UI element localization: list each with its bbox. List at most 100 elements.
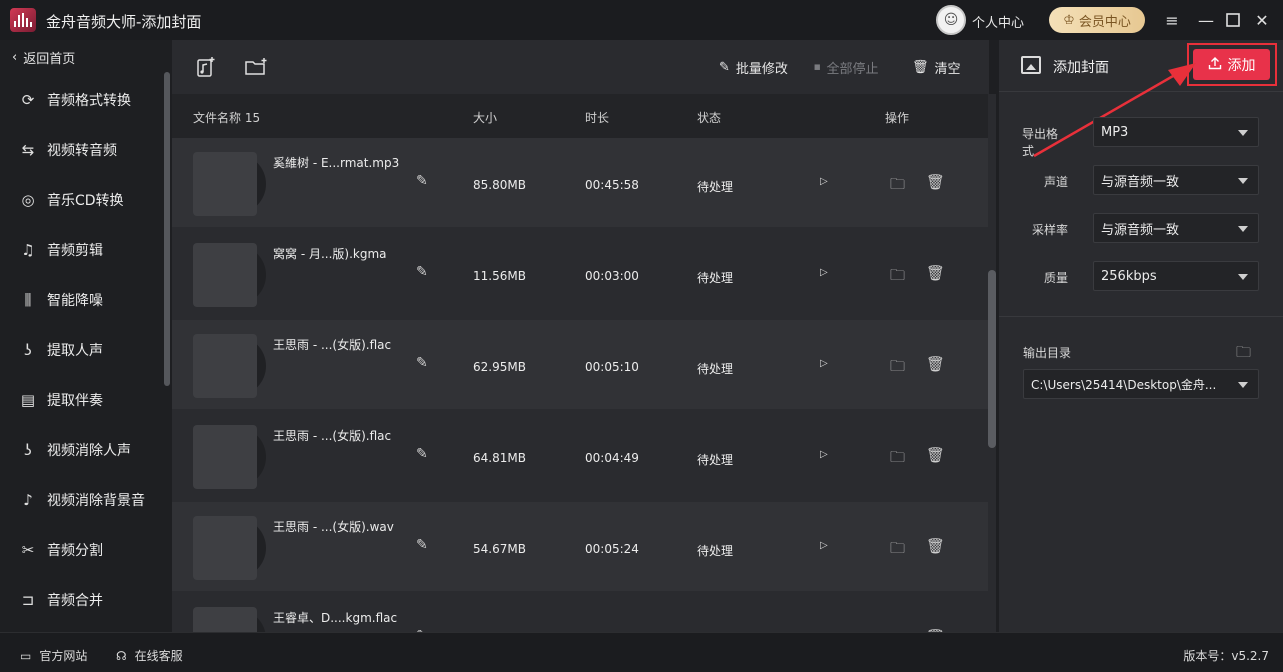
vip-center-label: 会员中心 — [1078, 14, 1131, 30]
play-icon[interactable]: ▷ — [820, 358, 828, 369]
sidebar-scrollbar[interactable] — [164, 72, 170, 386]
file-status: 待处理 — [697, 362, 734, 376]
add-folder-icon[interactable] — [244, 55, 268, 79]
trash-icon[interactable]: 🗑 — [926, 446, 945, 464]
folder-icon[interactable]: 🗀 — [890, 538, 905, 563]
cover-thumbnail[interactable] — [193, 243, 265, 307]
monitor-icon: ▭ — [20, 648, 32, 663]
table-row[interactable]: 王思雨 - ...(女版).flac ✎ 64.81MB 00:04:49 待处… — [172, 411, 989, 500]
rename-icon[interactable]: ✎ — [416, 355, 428, 371]
rename-icon[interactable]: ✎ — [416, 264, 428, 280]
file-size: 11.56MB — [473, 269, 526, 283]
file-status: 待处理 — [697, 180, 734, 194]
close-icon[interactable]: ✕ — [1251, 9, 1273, 31]
samplerate-label: 采样率 — [1031, 223, 1068, 237]
table-row[interactable]: 奚維树 - E...rmat.mp3 ✎ 85.80MB 00:45:58 待处… — [172, 138, 989, 227]
samplerate-value: 与源音频一致 — [1101, 222, 1180, 238]
table-row[interactable]: 王睿卓、D....kgm.flac ✎ 🗀 🗑 — [172, 593, 989, 632]
play-icon[interactable]: ▷ — [820, 449, 828, 460]
sidebar-item-extract-accompaniment[interactable]: ▤ 提取伴奏 — [18, 387, 103, 413]
sidebar-item-audio-split[interactable]: ✂ 音频分割 — [18, 537, 103, 563]
folder-icon[interactable]: 🗀 — [890, 265, 905, 290]
chevron-down-icon — [1238, 382, 1248, 388]
headset-icon: ☊ — [116, 648, 127, 663]
trash-icon[interactable]: 🗑 — [926, 355, 945, 373]
panel-divider — [999, 316, 1283, 317]
file-name: 王思雨 - ...(女版).flac — [273, 429, 392, 443]
output-dir-label: 输出目录 — [1023, 346, 1072, 360]
crown-icon: ♔ — [1063, 12, 1075, 28]
trash-icon[interactable]: 🗑 — [926, 537, 945, 555]
sidebar-item-audio-merge[interactable]: ⊐ 音频合并 — [18, 587, 103, 613]
channel-value: 与源音频一致 — [1101, 174, 1180, 190]
extract-accompaniment-icon: ▤ — [20, 391, 36, 409]
play-icon[interactable]: ▷ — [820, 540, 828, 551]
file-name: 王思雨 - ...(女版).wav — [273, 520, 394, 534]
output-dir-select[interactable]: C:\Users\25414\Desktop\金舟... — [1023, 369, 1259, 399]
file-name: 王思雨 - ...(女版).flac — [273, 338, 392, 352]
add-file-icon[interactable] — [194, 55, 218, 79]
music-cd-icon: ◎ — [21, 191, 35, 209]
clear-button[interactable]: 🗑 清空 — [912, 58, 961, 77]
file-status: 待处理 — [697, 544, 734, 558]
sidebar-item-video-to-audio[interactable]: ⇆ 视频转音频 — [18, 137, 117, 163]
trash-icon[interactable]: 🗑 — [926, 264, 945, 282]
format-select[interactable]: MP3 — [1093, 117, 1259, 147]
header-duration: 时长 — [585, 111, 610, 125]
extract-vocal-icon: ʖ — [24, 341, 32, 359]
sidebar-item-audio-format[interactable]: ⟳ 音频格式转换 — [18, 87, 131, 113]
sidebar-item-music-cd[interactable]: ◎ 音乐CD转换 — [18, 187, 123, 213]
maximize-icon[interactable] — [1222, 9, 1244, 31]
format-label: 导出格式 — [1022, 127, 1059, 158]
website-link[interactable]: ▭ 官方网站 — [20, 647, 87, 664]
back-home-label: 返回首页 — [23, 52, 76, 67]
stop-all-button[interactable]: ⏹ 全部停止 — [814, 58, 879, 77]
minimize-icon[interactable]: — — [1195, 9, 1217, 31]
folder-icon[interactable]: 🗀 — [890, 356, 905, 381]
sidebar-item-label: 视频消除人声 — [47, 443, 131, 459]
file-name: 奚維树 - E...rmat.mp3 — [273, 156, 400, 170]
file-duration: 00:04:49 — [585, 451, 639, 465]
sidebar-item-video-remove-bg[interactable]: ♪ 视频消除背景音 — [18, 487, 145, 513]
vip-center-button[interactable]: ♔ 会员中心 — [1049, 7, 1145, 33]
rename-icon[interactable]: ✎ — [416, 537, 428, 553]
folder-icon[interactable]: 🗀 — [1236, 342, 1251, 367]
file-duration: 00:05:10 — [585, 360, 639, 374]
menu-icon[interactable]: ≡ — [1161, 9, 1183, 31]
table-row[interactable]: 窝窝 - 月...版).kgma ✎ 11.56MB 00:03:00 待处理 … — [172, 229, 989, 318]
stop-icon: ⏹ — [814, 60, 821, 75]
table-row[interactable]: 王思雨 - ...(女版).flac ✎ 62.95MB 00:05:10 待处… — [172, 320, 989, 409]
cover-thumbnail[interactable] — [193, 334, 265, 398]
cover-thumbnail[interactable] — [193, 607, 265, 632]
avatar[interactable]: ☺ — [936, 5, 966, 35]
app-logo-icon — [10, 8, 36, 32]
table-row[interactable]: 王思雨 - ...(女版).wav ✎ 54.67MB 00:05:24 待处理… — [172, 502, 989, 591]
samplerate-select[interactable]: 与源音频一致 — [1093, 213, 1259, 243]
quality-select[interactable]: 256kbps — [1093, 261, 1259, 291]
cover-thumbnail[interactable] — [193, 425, 265, 489]
trash-icon[interactable]: 🗑 — [926, 173, 945, 191]
sidebar-item-extract-vocal[interactable]: ʖ 提取人声 — [18, 337, 103, 363]
sidebar-item-audio-cut[interactable]: ♫ 音频剪辑 — [18, 237, 103, 263]
user-center-link[interactable]: 个人中心 — [972, 12, 1024, 31]
audio-cut-icon: ♫ — [21, 241, 35, 259]
audio-split-icon: ✂ — [21, 541, 35, 559]
chevron-down-icon — [1238, 178, 1248, 184]
stop-all-label: 全部停止 — [826, 62, 879, 77]
rename-icon[interactable]: ✎ — [416, 446, 428, 462]
cover-thumbnail[interactable] — [193, 152, 265, 216]
channel-select[interactable]: 与源音频一致 — [1093, 165, 1259, 195]
batch-edit-button[interactable]: ✎ 批量修改 — [719, 58, 788, 77]
support-link[interactable]: ☊ 在线客服 — [116, 647, 183, 664]
sidebar-item-denoise[interactable]: ⫼ 智能降噪 — [18, 287, 103, 313]
play-icon[interactable]: ▷ — [820, 267, 828, 278]
back-home-button[interactable]: ‹ 返回首页 — [12, 48, 75, 67]
folder-icon[interactable]: 🗀 — [890, 174, 905, 199]
add-cover-button[interactable]: 添加 — [1193, 49, 1270, 80]
folder-icon[interactable]: 🗀 — [890, 447, 905, 472]
cover-thumbnail[interactable] — [193, 516, 265, 580]
sidebar-item-video-remove-vocal[interactable]: ʖ 视频消除人声 — [18, 437, 131, 463]
rename-icon[interactable]: ✎ — [416, 173, 428, 189]
play-icon[interactable]: ▷ — [820, 176, 828, 187]
list-scrollbar[interactable] — [988, 270, 996, 448]
